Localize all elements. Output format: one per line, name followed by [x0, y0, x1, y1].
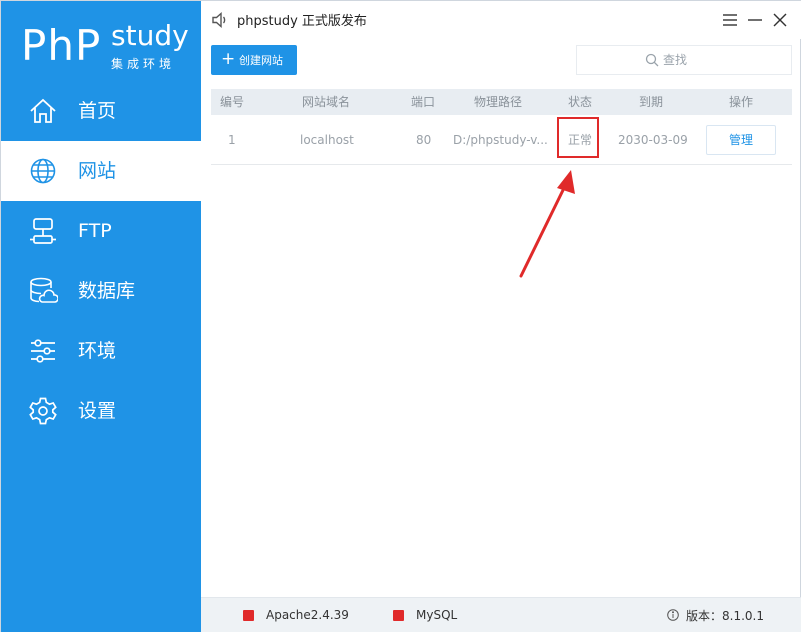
create-website-button[interactable]: + 创建网站	[211, 45, 297, 75]
col-header-path: 物理路径	[474, 95, 523, 109]
service-name: MySQL	[416, 608, 458, 622]
sidebar-item-websites[interactable]: 网站	[1, 141, 201, 201]
stopped-indicator-icon	[243, 609, 254, 621]
close-icon[interactable]	[769, 9, 791, 31]
menu-icon[interactable]	[719, 9, 741, 31]
app-logo: PhP study 集成环境	[21, 19, 191, 79]
globe-icon	[30, 158, 56, 184]
version-info: 版本：8.1.0.1	[667, 598, 764, 632]
col-header-status: 状态	[568, 95, 593, 109]
create-website-label: 创建网站	[239, 54, 283, 67]
logo-subtitle: 集成环境	[111, 57, 176, 71]
col-header-domain: 网站域名	[302, 95, 351, 109]
cell-expires: 2030-03-09	[618, 133, 688, 147]
search-input[interactable]	[663, 51, 773, 69]
ftp-icon	[30, 218, 56, 244]
search-icon	[645, 53, 659, 67]
version-label: 版本：8.1.0.1	[686, 608, 764, 623]
sliders-icon	[31, 339, 55, 363]
annotation-highlight-box	[557, 117, 599, 158]
logo-php-text: PhP	[21, 21, 102, 70]
service-apache[interactable]: Apache2.4.39	[243, 598, 349, 632]
status-bar: Apache2.4.39 MySQL 版本：8.1.0.1	[201, 597, 801, 632]
sidebar: PhP study 集成环境 首页 网站 FTP 数据库 环境 设置	[1, 1, 201, 632]
title-bar: phpstudy 正式版发布	[201, 1, 801, 39]
cell-port: 80	[416, 133, 432, 147]
sidebar-item-settings[interactable]: 设置	[1, 381, 201, 441]
cell-domain: localhost	[300, 133, 354, 147]
sidebar-item-home[interactable]: 首页	[1, 81, 201, 141]
sidebar-item-label: 设置	[78, 400, 117, 422]
sidebar-item-ftp[interactable]: FTP	[1, 201, 201, 261]
app-window: PhP study 集成环境 首页 网站 FTP 数据库 环境 设置 phpst…	[0, 0, 801, 632]
sidebar-item-label: 首页	[78, 100, 117, 122]
sidebar-item-label: FTP	[78, 220, 112, 242]
info-icon	[667, 609, 679, 621]
col-header-action: 操作	[729, 95, 754, 109]
database-icon	[30, 277, 58, 303]
col-header-id: 编号	[220, 95, 245, 109]
minimize-icon[interactable]	[744, 9, 766, 31]
window-title: phpstudy 正式版发布	[237, 14, 367, 29]
logo-study-text: study	[111, 19, 189, 52]
sidebar-item-label: 数据库	[78, 280, 136, 302]
search-box[interactable]	[576, 45, 792, 75]
stopped-indicator-icon	[393, 609, 404, 621]
gear-icon	[29, 397, 57, 425]
sidebar-item-environment[interactable]: 环境	[1, 321, 201, 381]
home-icon	[30, 98, 56, 123]
sidebar-item-label: 环境	[78, 340, 117, 362]
table-row[interactable]: 1 localhost 80 D:/phpstudy-v... 正常 2030-…	[211, 115, 792, 165]
annotation-arrow	[519, 170, 575, 278]
sidebar-item-label: 网站	[78, 160, 117, 182]
col-header-port: 端口	[411, 95, 436, 109]
table-header: 编号 网站域名 端口 物理路径 状态 到期 操作	[211, 89, 792, 115]
speaker-icon[interactable]	[211, 11, 229, 29]
service-name: Apache2.4.39	[266, 608, 349, 622]
cell-path: D:/phpstudy-v...	[453, 133, 548, 147]
manage-button[interactable]: 管理	[706, 125, 776, 155]
sidebar-item-database[interactable]: 数据库	[1, 261, 201, 321]
service-mysql[interactable]: MySQL	[393, 598, 457, 632]
plus-icon: +	[221, 49, 236, 69]
col-header-expires: 到期	[639, 95, 664, 109]
cell-id: 1	[228, 133, 236, 147]
